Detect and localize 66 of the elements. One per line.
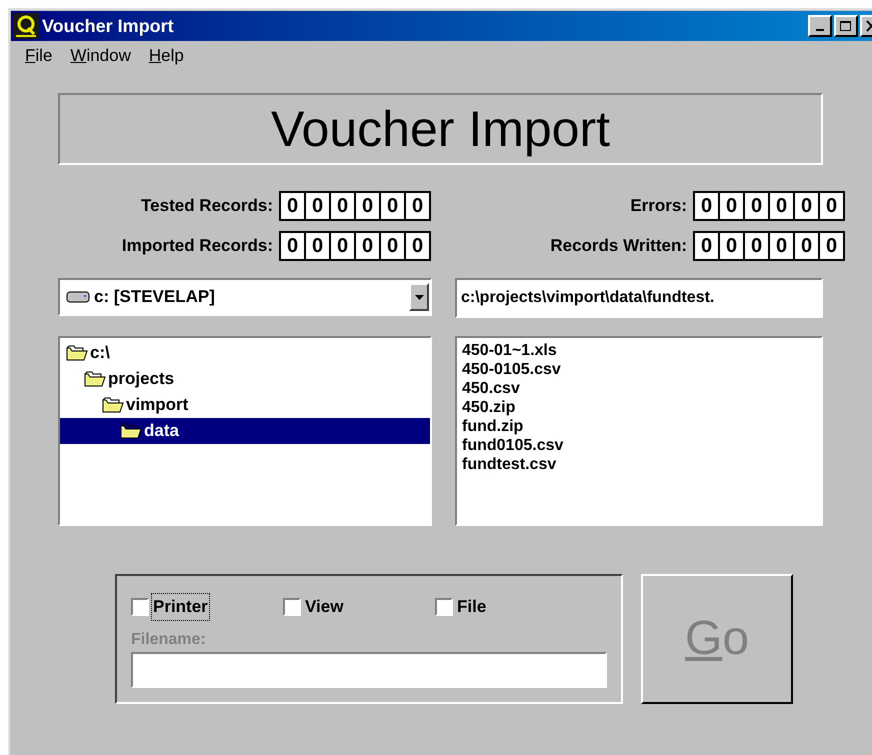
digit: 0 <box>381 233 404 259</box>
checkbox-label[interactable]: File <box>456 594 488 620</box>
counter-label: Imported Records: <box>122 235 273 258</box>
digit: 0 <box>281 193 304 219</box>
filename-label: Filename: <box>131 630 207 650</box>
menu-item[interactable]: Help <box>148 43 184 69</box>
drive-icon <box>66 290 90 304</box>
menu-item[interactable]: File <box>25 43 52 69</box>
digit: 0 <box>745 233 768 259</box>
digit: 0 <box>406 193 429 219</box>
counter-label: Tested Records: <box>141 195 273 218</box>
app-logo-icon <box>13 13 39 39</box>
file-item[interactable]: 450-0105.csv <box>462 360 561 379</box>
folder-icon <box>66 344 88 362</box>
digit: 0 <box>745 193 768 219</box>
file-item[interactable]: 450.zip <box>462 398 516 417</box>
checkbox[interactable] <box>435 598 453 616</box>
file-item[interactable]: 450.csv <box>462 379 520 398</box>
checkbox[interactable] <box>131 598 149 616</box>
digit: 0 <box>406 233 429 259</box>
path-field[interactable]: c:\projects\vimport\data\fundtest. <box>455 278 823 318</box>
tree-item[interactable]: projects <box>60 366 430 392</box>
minimize-button[interactable] <box>808 15 832 37</box>
digit: 0 <box>306 233 329 259</box>
digit: 0 <box>356 233 379 259</box>
maximize-icon <box>839 20 853 32</box>
file-item[interactable]: fund0105.csv <box>462 436 564 455</box>
digit: 0 <box>770 193 793 219</box>
digit: 0 <box>331 233 354 259</box>
drive-dropdown[interactable]: c: [STEVELAP] <box>58 278 432 316</box>
digit: 0 <box>356 193 379 219</box>
digit: 0 <box>331 193 354 219</box>
banner-title: Voucher Import <box>58 93 823 165</box>
digit: 0 <box>770 233 793 259</box>
digit: 0 <box>281 233 304 259</box>
checkbox-label[interactable]: Printer <box>152 594 209 620</box>
caret-icon <box>414 294 424 300</box>
maximize-button[interactable] <box>834 15 858 37</box>
checkbox-label[interactable]: View <box>304 594 344 620</box>
digit: 0 <box>381 193 404 219</box>
digit: 0 <box>720 233 743 259</box>
folder-icon <box>84 370 106 388</box>
dropdown-button[interactable] <box>409 283 429 311</box>
digit: 0 <box>695 233 718 259</box>
folder-icon <box>120 422 142 440</box>
minimize-icon <box>816 29 824 31</box>
digit: 0 <box>695 193 718 219</box>
file-item[interactable]: fund.zip <box>462 417 524 436</box>
window-title: Voucher Import <box>42 14 174 38</box>
tree-item[interactable]: vimport <box>60 392 430 418</box>
counter-label: Records Written: <box>550 235 687 258</box>
checkbox[interactable] <box>283 598 301 616</box>
counter-label: Errors: <box>630 195 687 218</box>
tree-item[interactable]: c:\ <box>60 340 430 366</box>
tree-item[interactable]: data <box>60 418 430 444</box>
filename-field[interactable] <box>131 652 607 688</box>
file-item[interactable]: fundtest.csv <box>462 455 556 474</box>
file-item[interactable]: 450-01~1.xls <box>462 341 557 360</box>
folder-icon <box>102 396 124 414</box>
digit: 0 <box>820 233 843 259</box>
menu-item[interactable]: Window <box>70 43 131 69</box>
digit: 0 <box>720 193 743 219</box>
digit: 0 <box>820 193 843 219</box>
digit: 0 <box>306 193 329 219</box>
digit: 0 <box>795 193 818 219</box>
digit: 0 <box>795 233 818 259</box>
